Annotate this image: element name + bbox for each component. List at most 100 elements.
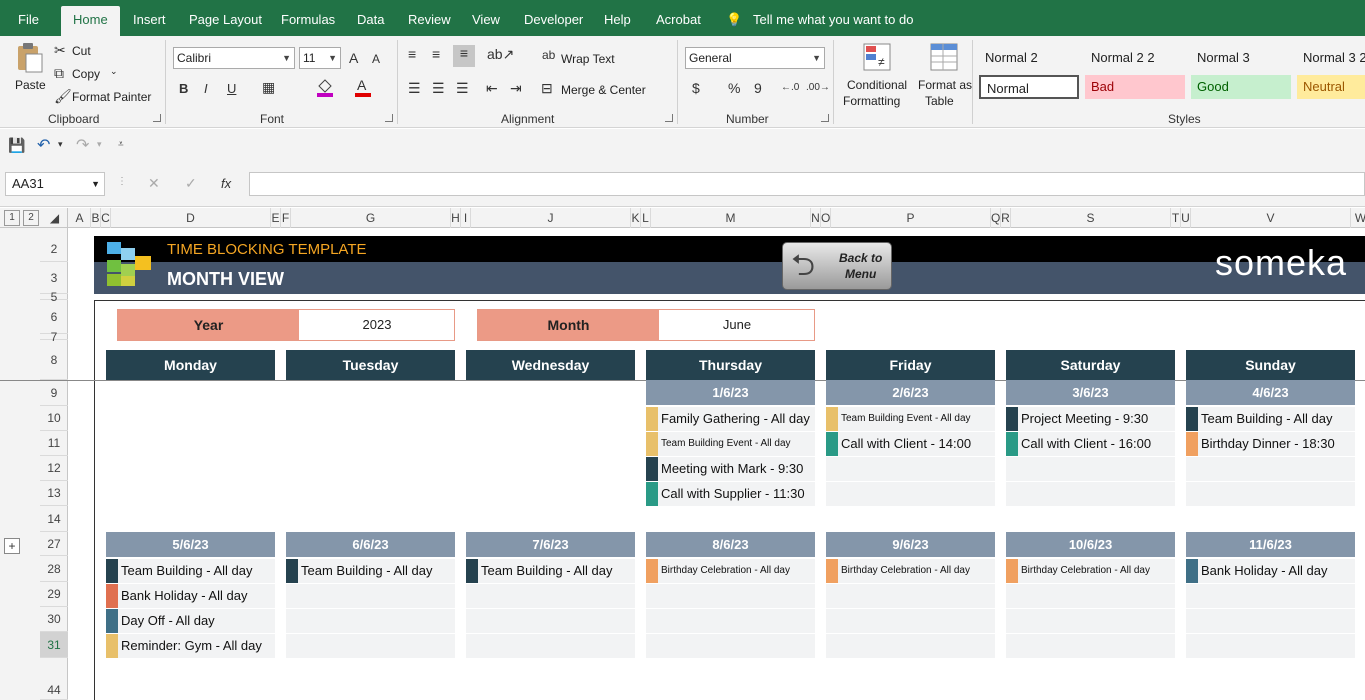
empty-slot[interactable] xyxy=(1186,634,1355,658)
empty-slot[interactable] xyxy=(1006,482,1175,506)
align-left-icon[interactable]: ☰ xyxy=(408,80,421,97)
calendar-event[interactable]: Bank Holiday - All day xyxy=(1186,559,1355,583)
column-header-m[interactable]: M xyxy=(651,208,811,228)
cell-style-normal-3-2[interactable]: Normal 3 2 xyxy=(1297,46,1365,70)
calendar-event[interactable]: Family Gathering - All day xyxy=(646,407,815,431)
conditional-formatting-button[interactable]: Conditional xyxy=(847,78,907,92)
column-header-h[interactable]: H xyxy=(451,208,461,228)
row-header-9[interactable]: 9 xyxy=(40,380,68,406)
calendar-event[interactable]: Project Meeting - 9:30 xyxy=(1006,407,1175,431)
paste-button[interactable]: Paste xyxy=(15,78,46,92)
enter-icon[interactable]: ✓ xyxy=(185,175,197,192)
outline-level-2-button[interactable]: 2 xyxy=(23,210,39,226)
column-header-a[interactable]: A xyxy=(69,208,91,228)
redo-icon[interactable]: ↷ xyxy=(76,135,89,155)
calendar-event[interactable]: Team Building - All day xyxy=(106,559,275,583)
tab-file[interactable]: File xyxy=(18,0,39,36)
underline-button[interactable]: U xyxy=(227,81,236,96)
chevron-down-icon[interactable]: ▼ xyxy=(91,173,100,195)
calendar-event[interactable]: Birthday Celebration - All day xyxy=(646,559,815,583)
tab-acrobat[interactable]: Acrobat xyxy=(656,0,701,36)
empty-slot[interactable] xyxy=(1006,609,1175,633)
empty-slot[interactable] xyxy=(826,482,995,506)
column-header-e[interactable]: E xyxy=(271,208,281,228)
copy-icon[interactable]: ⧉ xyxy=(54,65,64,82)
tab-developer[interactable]: Developer xyxy=(524,0,583,36)
shrink-font-icon[interactable]: A xyxy=(372,52,380,66)
column-header-u[interactable]: U xyxy=(1181,208,1191,228)
currency-button[interactable]: $ xyxy=(692,80,700,96)
date-header[interactable]: 10/6/23 xyxy=(1006,532,1175,557)
row-header-10[interactable]: 10 xyxy=(40,406,68,431)
row-header-2[interactable]: 2 xyxy=(40,236,68,262)
date-header[interactable]: 2/6/23 xyxy=(826,380,995,405)
font-name-combo[interactable]: Calibri ▼ xyxy=(173,47,295,69)
column-header-c[interactable]: C xyxy=(101,208,111,228)
calendar-event[interactable]: Reminder: Gym - All day xyxy=(106,634,275,658)
orientation-icon[interactable]: ab↗ xyxy=(487,46,514,63)
date-header[interactable]: 7/6/23 xyxy=(466,532,635,557)
outline-expand-button[interactable]: + xyxy=(4,538,20,554)
empty-slot[interactable] xyxy=(826,609,995,633)
empty-slot[interactable] xyxy=(286,609,455,633)
row-header-13[interactable]: 13 xyxy=(40,481,68,506)
cell-style-neutral[interactable]: Neutral xyxy=(1297,75,1365,99)
month-selector[interactable]: Month June xyxy=(477,309,815,341)
tab-view[interactable]: View xyxy=(472,0,500,36)
tab-review[interactable]: Review xyxy=(408,0,451,36)
tell-me-search[interactable]: Tell me what you want to do xyxy=(753,0,913,36)
align-top-icon[interactable]: ≡ xyxy=(408,46,416,62)
column-header-v[interactable]: V xyxy=(1191,208,1351,228)
empty-slot[interactable] xyxy=(1186,609,1355,633)
empty-slot[interactable] xyxy=(646,609,815,633)
undo-icon[interactable]: ↶ xyxy=(37,135,50,155)
row-header-8[interactable]: 8 xyxy=(40,340,68,380)
tab-insert[interactable]: Insert xyxy=(133,0,166,36)
calendar-event[interactable]: Birthday Celebration - All day xyxy=(1006,559,1175,583)
empty-slot[interactable] xyxy=(826,634,995,658)
column-header-d[interactable]: D xyxy=(111,208,271,228)
empty-slot[interactable] xyxy=(466,634,635,658)
calendar-event[interactable]: Team Building - All day xyxy=(1186,407,1355,431)
decrease-decimal-icon[interactable]: .00→ xyxy=(806,82,830,93)
row-header-28[interactable]: 28 xyxy=(40,556,68,582)
column-header-l[interactable]: L xyxy=(641,208,651,228)
date-header[interactable]: 5/6/23 xyxy=(106,532,275,557)
empty-slot[interactable] xyxy=(1186,457,1355,481)
cut-button[interactable]: Cut xyxy=(72,44,91,58)
date-header[interactable]: 11/6/23 xyxy=(1186,532,1355,557)
grow-font-icon[interactable]: A xyxy=(349,50,358,66)
format-painter-button[interactable]: Format Painter xyxy=(72,90,151,104)
formula-input[interactable] xyxy=(249,172,1365,196)
redo-dropdown-icon[interactable]: ▾ xyxy=(97,139,102,150)
paste-icon[interactable] xyxy=(14,42,44,73)
format-painter-icon[interactable]: 🖌 xyxy=(54,88,72,105)
wrap-text-icon[interactable]: ab xyxy=(542,48,555,62)
select-all-corner[interactable]: ◢ xyxy=(42,208,68,228)
cell-style-normal[interactable]: Normal xyxy=(979,75,1079,99)
align-right-icon[interactable]: ☰ xyxy=(456,80,469,97)
column-header-o[interactable]: O xyxy=(821,208,831,228)
align-center-icon[interactable]: ☰ xyxy=(432,80,445,97)
column-header-j[interactable]: J xyxy=(471,208,631,228)
font-size-combo[interactable]: 11 ▼ xyxy=(299,47,341,69)
save-icon[interactable]: 💾 xyxy=(8,137,25,154)
column-header-n[interactable]: N xyxy=(811,208,821,228)
cell-style-bad[interactable]: Bad xyxy=(1085,75,1185,99)
back-to-menu-button[interactable]: ⮌ Back to Menu xyxy=(782,242,892,290)
align-middle-icon[interactable]: ≡ xyxy=(432,46,440,62)
row-header-30[interactable]: 30 xyxy=(40,607,68,632)
empty-slot[interactable] xyxy=(646,584,815,608)
increase-decimal-icon[interactable]: ←.0 xyxy=(781,82,799,93)
cell-style-normal-2-2[interactable]: Normal 2 2 xyxy=(1085,46,1185,70)
name-box[interactable]: AA31 ▼ xyxy=(5,172,105,196)
percent-button[interactable]: % xyxy=(728,80,740,96)
row-header-12[interactable]: 12 xyxy=(40,456,68,481)
column-header-s[interactable]: S xyxy=(1011,208,1171,228)
format-as-table-icon[interactable] xyxy=(929,42,961,77)
bold-button[interactable]: B xyxy=(179,81,188,96)
number-launcher-icon[interactable] xyxy=(821,114,829,122)
fill-color-icon[interactable] xyxy=(316,77,334,100)
calendar-event[interactable]: Call with Client - 14:00 xyxy=(826,432,995,456)
number-format-combo[interactable]: General ▼ xyxy=(685,47,825,69)
